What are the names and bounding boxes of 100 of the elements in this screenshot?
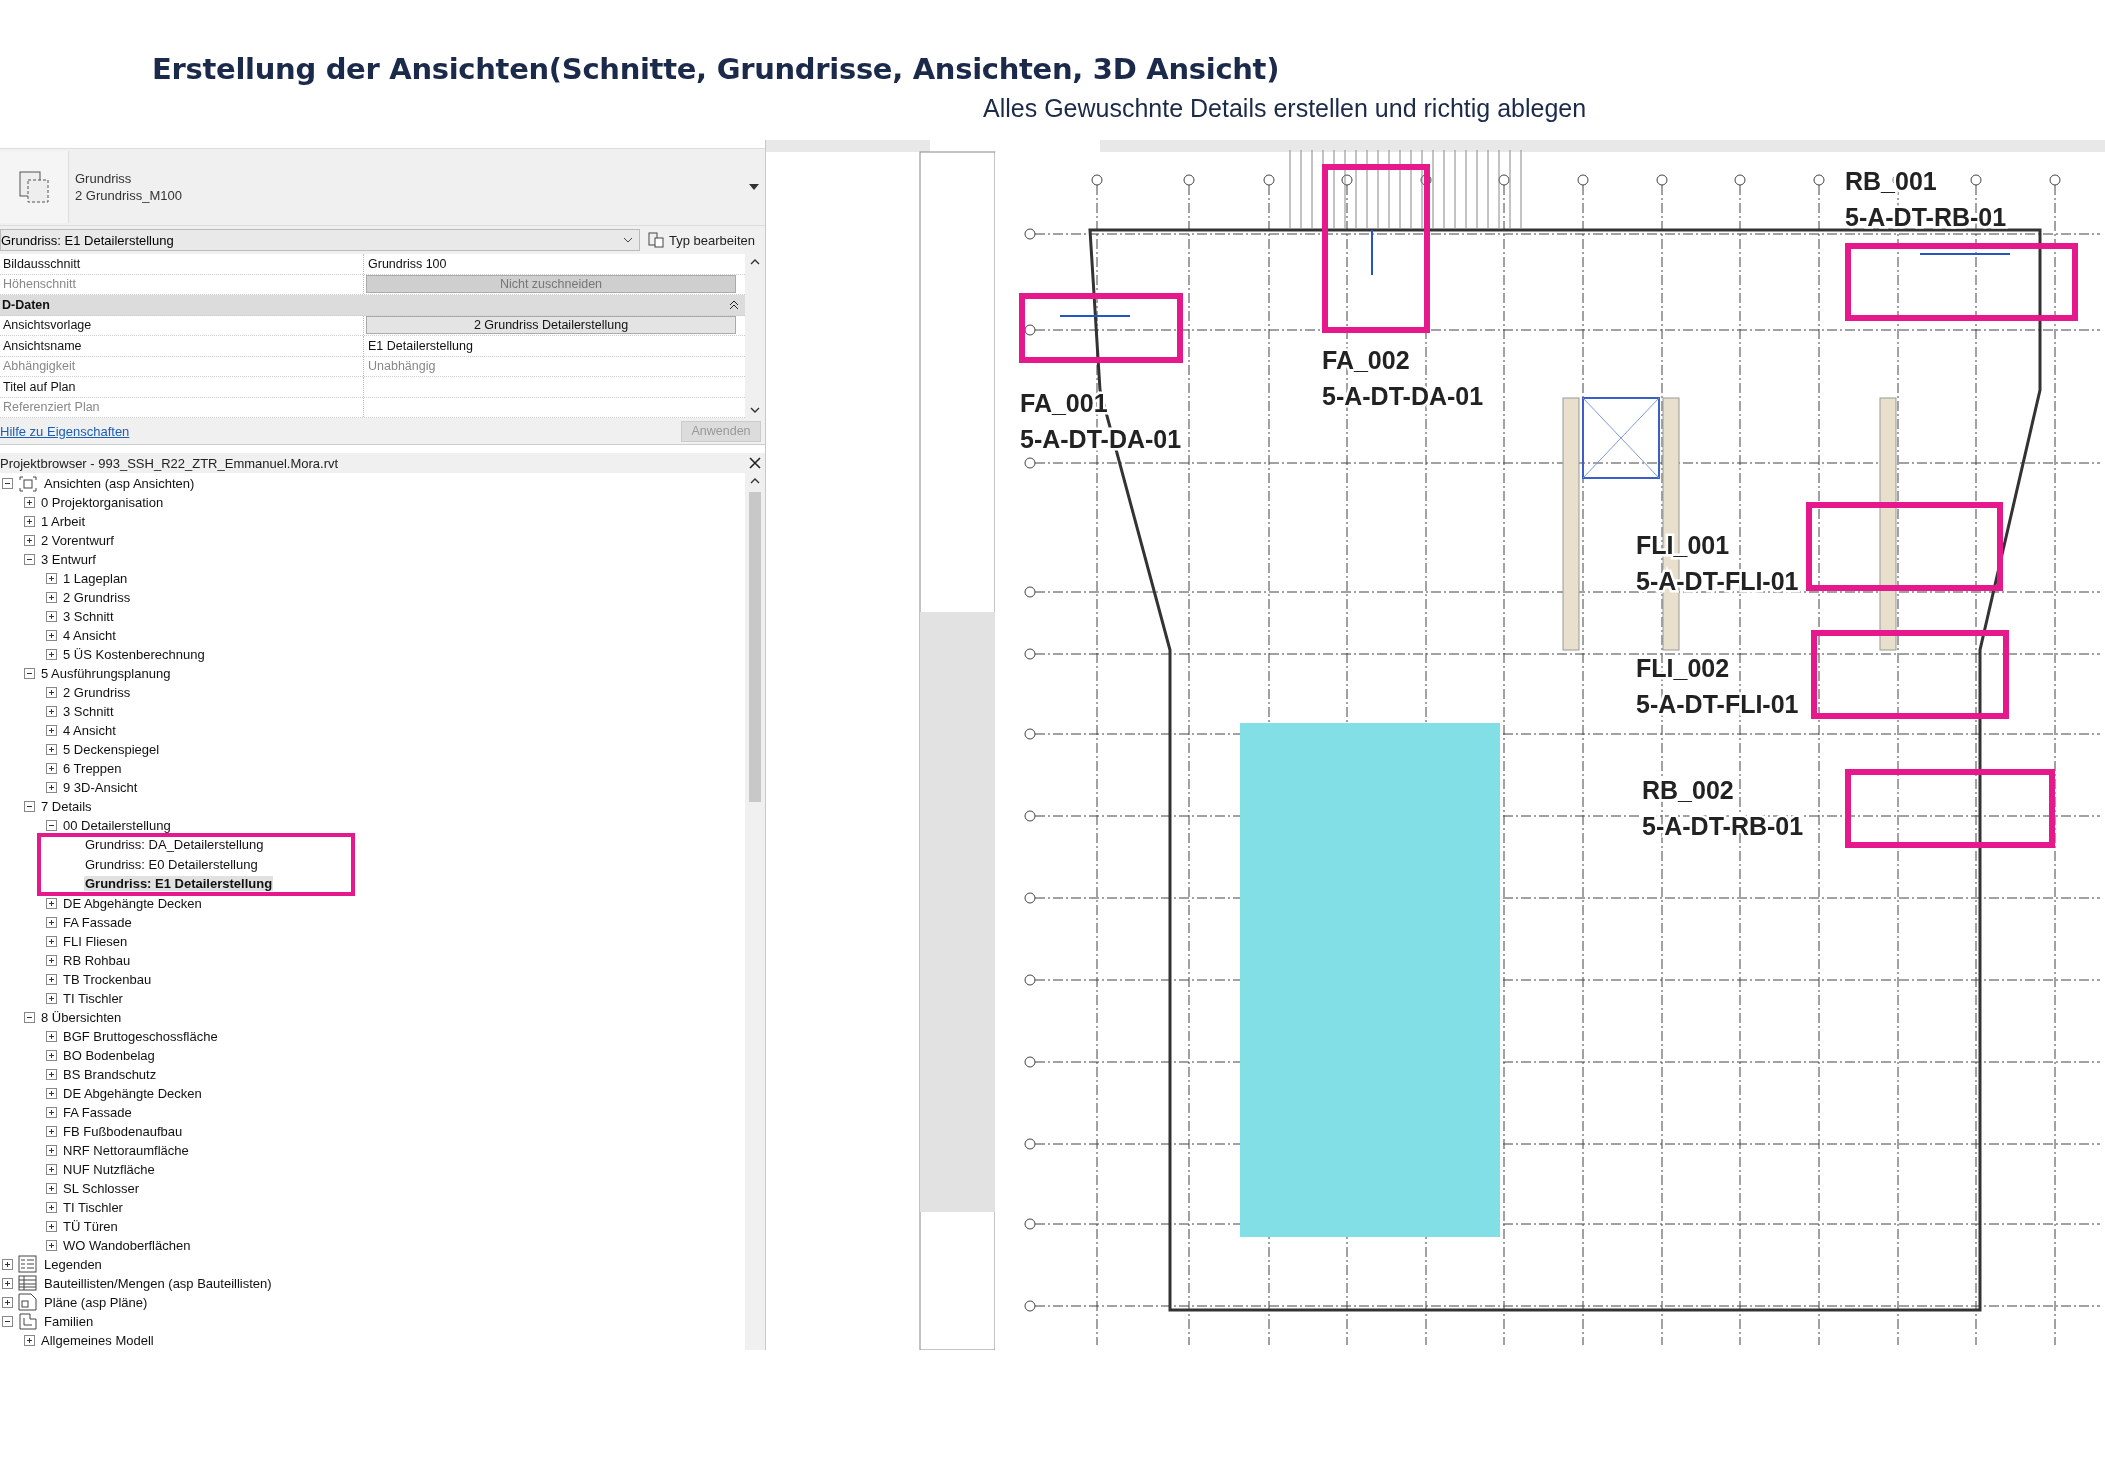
scroll-up-icon[interactable] [750, 258, 760, 265]
expand-icon[interactable] [46, 916, 57, 928]
scrollbar[interactable] [745, 254, 765, 418]
collapse-icon[interactable] [46, 820, 57, 831]
tree-item[interactable]: NRF Nettoraumfläche [62, 1142, 190, 1158]
tree-item[interactable]: 3 Schnitt [62, 704, 115, 719]
expand-icon[interactable] [46, 1201, 57, 1213]
expand-icon[interactable] [46, 611, 57, 622]
tree-item[interactable]: 2 Grundriss [62, 685, 132, 700]
tree-item[interactable]: TI Tischler [62, 1199, 124, 1215]
edit-type-button[interactable]: Typ bearbeiten [648, 232, 755, 248]
tree-item[interactable]: BO Bodenbelag [62, 1047, 156, 1063]
tree-item[interactable]: Legenden [43, 1256, 103, 1272]
expand-icon[interactable] [46, 649, 57, 660]
tree-item[interactable]: Bauteillisten/Mengen (asp Bauteillisten) [43, 1275, 273, 1291]
scroll-up-icon[interactable] [750, 477, 760, 484]
expand-icon[interactable] [46, 630, 57, 641]
expand-icon[interactable] [46, 935, 57, 947]
tree-item[interactable]: FA Fassade [62, 914, 133, 930]
tree-item[interactable]: 6 Treppen [62, 761, 123, 776]
tree-item[interactable]: Grundriss: E1 Detailerstellung [84, 876, 274, 892]
expand-icon[interactable] [46, 1068, 57, 1080]
tree-item[interactable]: 9 3D-Ansicht [62, 780, 139, 795]
tree-item[interactable]: 4 Ansicht [62, 723, 117, 738]
expand-icon[interactable] [46, 763, 57, 774]
tree-item[interactable]: TI Tischler [62, 990, 124, 1006]
expand-icon[interactable] [46, 1030, 57, 1042]
collapse-icon[interactable] [24, 1011, 35, 1023]
scrollbar[interactable] [745, 473, 765, 1350]
expand-icon[interactable] [46, 1106, 57, 1118]
tree-item[interactable]: 2 Grundriss [62, 590, 132, 605]
tree-item[interactable]: FLI Fliesen [62, 933, 129, 949]
expand-icon[interactable] [46, 1163, 57, 1175]
tree-item[interactable]: DE Abgehängte Decken [62, 1085, 203, 1101]
expand-icon[interactable] [24, 516, 35, 527]
type-selector[interactable]: Grundriss 2 Grundriss_M100 [0, 148, 765, 226]
expand-icon[interactable] [46, 1125, 57, 1137]
expand-icon[interactable] [2, 1258, 13, 1270]
collapse-icon[interactable] [2, 1315, 13, 1327]
tree-item[interactable]: Familien [43, 1313, 95, 1329]
scroll-down-icon[interactable] [750, 407, 760, 414]
collapse-icon[interactable] [24, 801, 35, 812]
tree-item[interactable]: 3 Schnitt [62, 609, 115, 624]
tree-item[interactable]: 3 Entwurf [40, 552, 97, 567]
tree-item[interactable]: 8 Übersichten [40, 1009, 123, 1025]
expand-icon[interactable] [46, 1182, 57, 1194]
expand-icon[interactable] [24, 1334, 35, 1346]
tree-item[interactable]: 5 Ausführungsplanung [40, 666, 172, 681]
expand-icon[interactable] [46, 1220, 57, 1232]
tree-item[interactable]: TB Trockenbau [62, 971, 153, 987]
collapse-icon[interactable] [24, 554, 35, 565]
tree-item[interactable]: BS Brandschutz [62, 1066, 158, 1082]
tree-item[interactable]: Grundriss: E0 Detailerstellung [84, 856, 259, 872]
tree-item[interactable]: DE Abgehängte Decken [62, 895, 203, 911]
expand-icon[interactable] [46, 954, 57, 966]
tree-item[interactable]: RB Rohbau [62, 952, 132, 968]
tree-item[interactable]: BGF Bruttogeschossfläche [62, 1028, 219, 1044]
collapse-icon[interactable] [24, 668, 35, 679]
tree-item[interactable]: 00 Detailerstellung [62, 818, 172, 833]
tree-item[interactable]: 5 ÜS Kostenberechnung [62, 647, 206, 662]
expand-icon[interactable] [46, 1239, 57, 1251]
tree-item[interactable]: FB Fußbodenaufbau [62, 1123, 184, 1139]
instance-dropdown[interactable]: Grundriss: E1 Detailerstellung [0, 229, 640, 251]
tree-item[interactable]: 5 Deckenspiegel [62, 742, 161, 757]
collapse-icon[interactable] [2, 478, 13, 489]
tree-item[interactable]: 4 Ansicht [62, 628, 117, 643]
tree-item[interactable]: TÜ Türen [62, 1218, 119, 1234]
tree-item[interactable]: Pläne (asp Pläne) [43, 1294, 149, 1310]
tree-item[interactable]: NUF Nutzfläche [62, 1161, 156, 1177]
expand-icon[interactable] [46, 725, 57, 736]
expand-icon[interactable] [46, 687, 57, 698]
tree-item[interactable]: Ansichten (asp Ansichten) [43, 476, 196, 491]
expand-icon[interactable] [46, 782, 57, 793]
expand-icon[interactable] [24, 535, 35, 546]
collapse-icon[interactable] [729, 299, 739, 310]
tree-item[interactable]: 7 Details [40, 799, 93, 814]
expand-icon[interactable] [46, 706, 57, 717]
expand-icon[interactable] [46, 592, 57, 603]
tree-item[interactable]: 1 Lageplan [62, 571, 129, 586]
tree-item[interactable]: 2 Vorentwurf [40, 533, 115, 548]
expand-icon[interactable] [24, 497, 35, 508]
tree-item[interactable]: WO Wandoberflächen [62, 1237, 192, 1253]
expand-icon[interactable] [46, 897, 57, 909]
help-link[interactable]: Hilfe zu Eigenschaften [0, 423, 130, 439]
expand-icon[interactable] [46, 992, 57, 1004]
property-value-button[interactable]: 2 Grundriss Detailerstellung [366, 316, 736, 335]
expand-icon[interactable] [46, 744, 57, 755]
tree-item[interactable]: 1 Arbeit [40, 514, 87, 529]
close-icon[interactable] [749, 457, 761, 469]
scrollbar-thumb[interactable] [749, 492, 761, 802]
expand-icon[interactable] [46, 973, 57, 985]
tree-item[interactable]: FA Fassade [62, 1104, 133, 1120]
expand-icon[interactable] [46, 1144, 57, 1156]
tree-item[interactable]: Grundriss: DA_Detailerstellung [84, 837, 265, 853]
tree-item[interactable]: Allgemeines Modell [40, 1332, 155, 1348]
expand-icon[interactable] [46, 573, 57, 584]
expand-icon[interactable] [2, 1277, 13, 1289]
expand-icon[interactable] [46, 1087, 57, 1099]
tree-item[interactable]: 0 Projektorganisation [40, 495, 165, 510]
tree-item[interactable]: SL Schlosser [62, 1180, 141, 1196]
